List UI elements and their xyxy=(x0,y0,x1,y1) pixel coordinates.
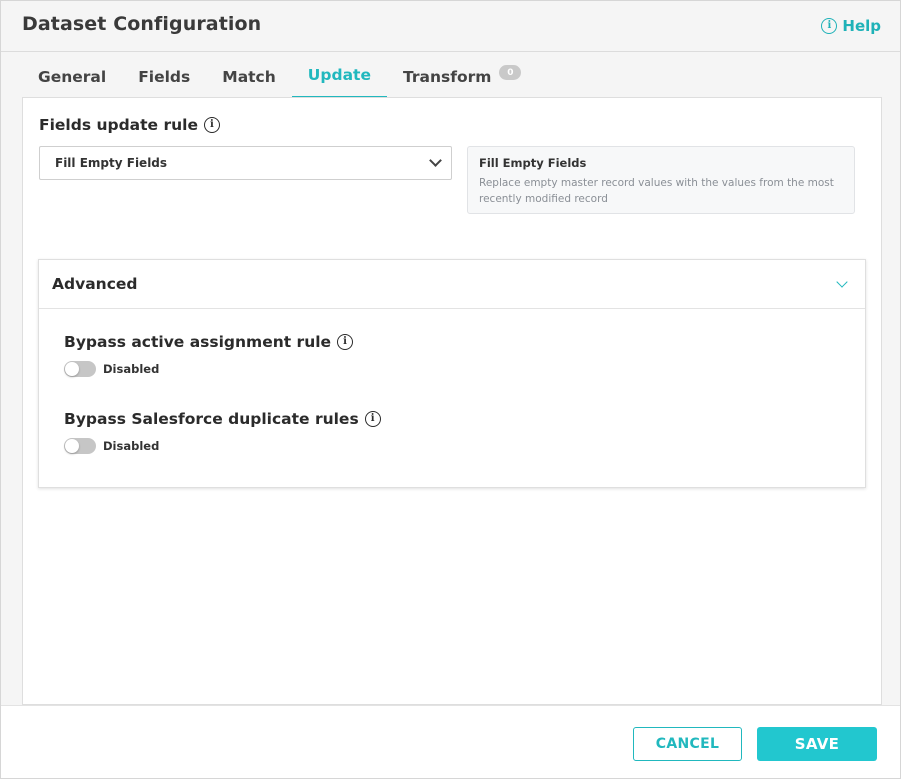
rule-description-box: Fill Empty Fields Replace empty master r… xyxy=(467,146,855,214)
info-circle-icon[interactable]: i xyxy=(364,411,381,427)
toggle-row: Disabled xyxy=(64,361,353,377)
toggle-knob xyxy=(65,439,79,453)
section-label-text: Fields update rule xyxy=(39,116,198,134)
tab-general[interactable]: General xyxy=(22,52,122,98)
tab-bar: General Fields Match Update Transform 0 xyxy=(22,52,522,98)
toggle-row: Disabled xyxy=(64,438,381,454)
dataset-configuration-modal: Dataset Configuration i Help General Fie… xyxy=(0,0,901,779)
advanced-section: Advanced Bypass active assignment rule i… xyxy=(38,259,866,488)
tab-label: Fields xyxy=(138,68,191,86)
toggle-state-text: Disabled xyxy=(103,362,160,376)
setting-label: Bypass Salesforce duplicate rules i xyxy=(64,410,381,428)
toggle-knob xyxy=(65,362,79,376)
rule-description-title: Fill Empty Fields xyxy=(479,156,587,170)
tab-match[interactable]: Match xyxy=(206,52,292,98)
tab-transform[interactable]: Transform 0 xyxy=(387,52,522,98)
selected-value: Fill Empty Fields xyxy=(55,156,168,170)
tab-label: Transform xyxy=(402,68,492,86)
bypass-assignment-rule-toggle[interactable] xyxy=(64,361,96,377)
bypass-duplicate-rules-setting: Bypass Salesforce duplicate rules i Disa… xyxy=(64,410,381,454)
info-circle-icon[interactable]: i xyxy=(203,117,220,133)
setting-label-text: Bypass active assignment rule xyxy=(64,333,332,351)
tab-fields[interactable]: Fields xyxy=(122,52,206,98)
rule-description-text: Replace empty master record values with … xyxy=(479,177,834,205)
tab-label: Update xyxy=(307,66,371,84)
cancel-button[interactable]: CANCEL xyxy=(633,727,742,761)
advanced-title: Advanced xyxy=(52,275,138,293)
modal-title: Dataset Configuration xyxy=(22,13,262,35)
help-link[interactable]: i Help xyxy=(821,17,881,35)
chevron-down-icon xyxy=(429,154,442,167)
modal-footer: CANCEL SAVE xyxy=(1,705,900,778)
update-tab-panel: Fields update rule i Fill Empty Fields F… xyxy=(22,97,882,705)
bypass-assignment-rule-setting: Bypass active assignment rule i Disabled xyxy=(64,333,354,377)
toggle-state-text: Disabled xyxy=(103,439,160,453)
modal-header: Dataset Configuration i Help xyxy=(1,1,900,52)
fields-update-rule-label: Fields update rule i xyxy=(39,116,220,134)
fields-update-rule-select[interactable]: Fill Empty Fields xyxy=(39,146,452,180)
info-circle-icon[interactable]: i xyxy=(337,334,354,350)
setting-label-text: Bypass Salesforce duplicate rules xyxy=(64,410,359,428)
transform-count-badge: 0 xyxy=(499,65,522,80)
save-button[interactable]: SAVE xyxy=(757,727,877,761)
setting-label: Bypass active assignment rule i xyxy=(64,333,354,351)
help-label: Help xyxy=(842,17,881,35)
tab-label: General xyxy=(38,68,107,86)
advanced-section-header[interactable]: Advanced xyxy=(39,260,865,309)
info-circle-icon: i xyxy=(821,18,838,34)
tab-update[interactable]: Update xyxy=(291,52,387,98)
chevron-down-icon[interactable] xyxy=(836,276,848,288)
tab-label: Match xyxy=(222,68,276,86)
bypass-duplicate-rules-toggle[interactable] xyxy=(64,438,96,454)
